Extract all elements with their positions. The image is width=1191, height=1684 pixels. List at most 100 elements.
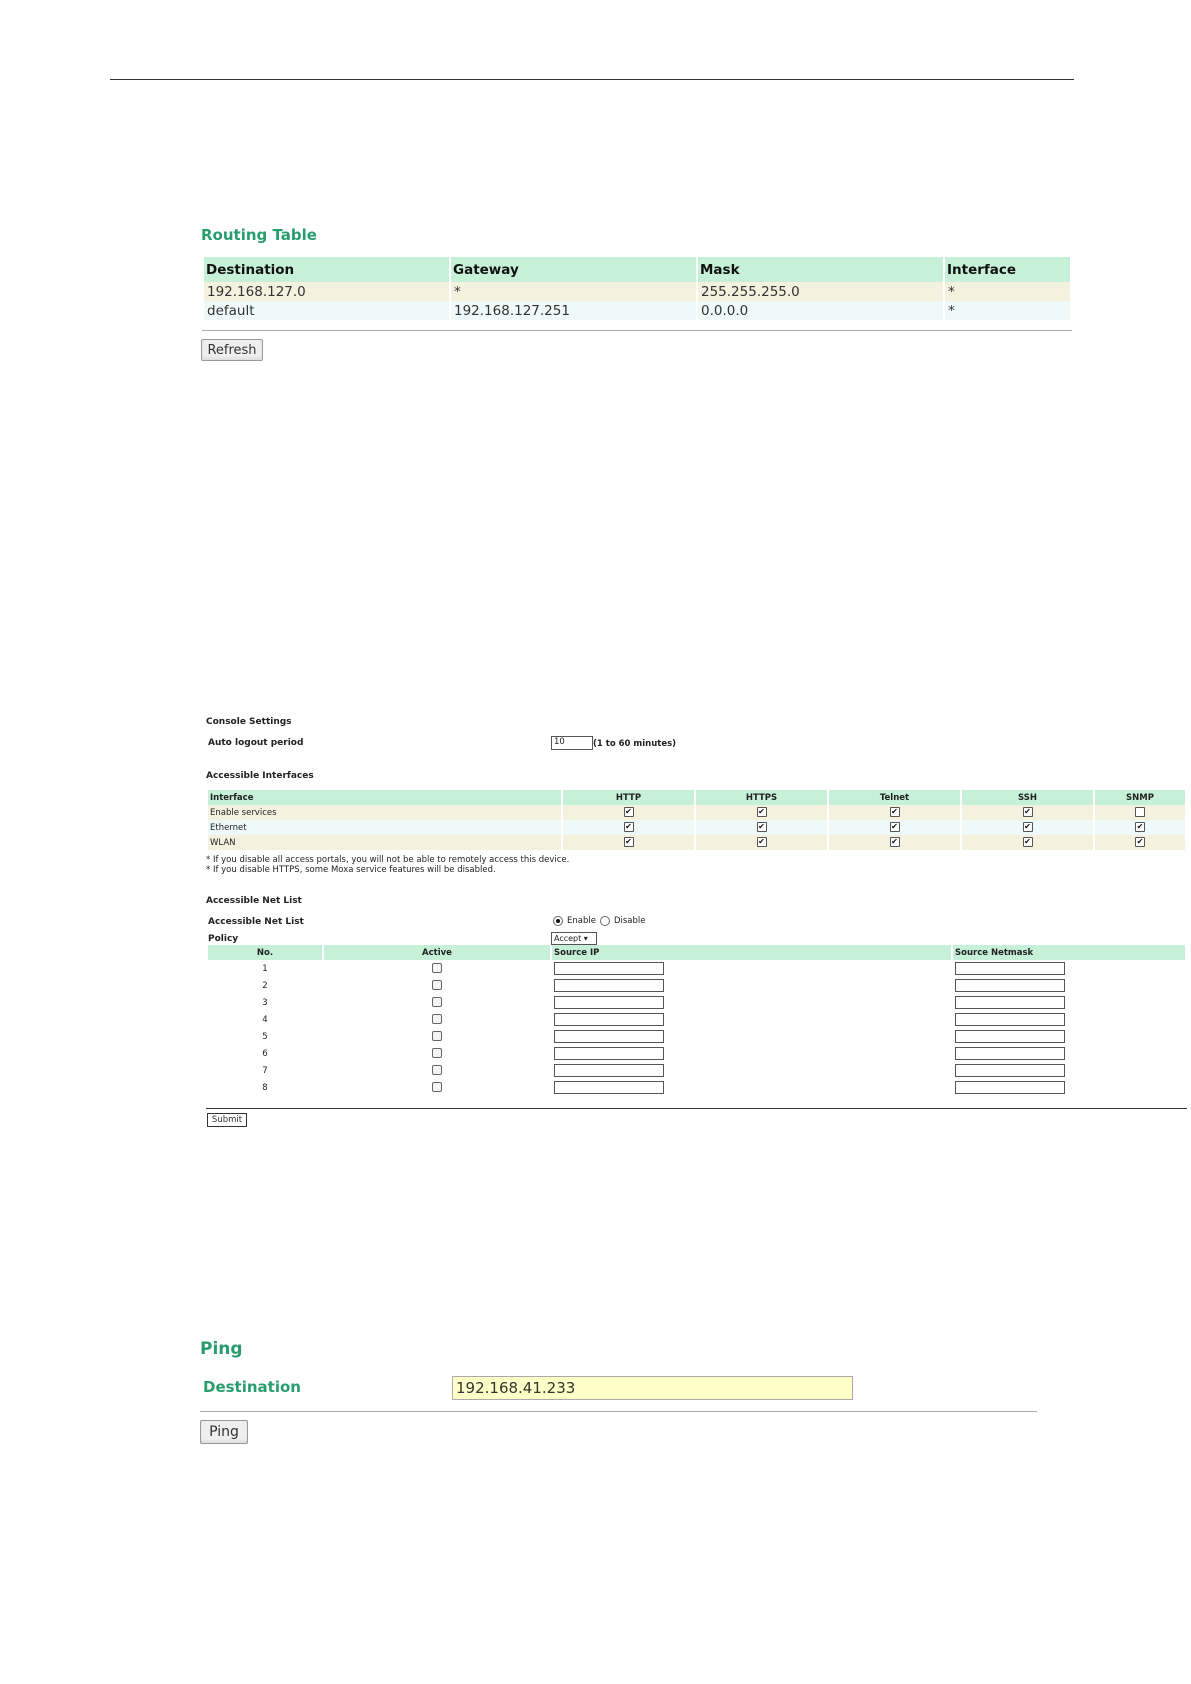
disable-radio[interactable] <box>599 916 610 926</box>
active-cell <box>324 1028 550 1045</box>
table-row: 4 <box>208 1011 1185 1028</box>
table-row: Enable services ✔ ✔ ✔ ✔ <box>208 805 1185 820</box>
active-checkbox[interactable] <box>432 997 442 1008</box>
active-cell <box>324 977 550 994</box>
service-checkbox[interactable]: ✔ <box>1022 822 1033 833</box>
service-cell: ✔ <box>563 835 694 850</box>
service-checkbox[interactable]: ✔ <box>1022 837 1033 848</box>
service-cell: ✔ <box>696 805 827 820</box>
source-netmask-input[interactable] <box>955 1064 1065 1077</box>
source-ip-input[interactable] <box>554 996 664 1009</box>
source-netmask-input[interactable] <box>955 962 1065 975</box>
service-checkbox[interactable]: ✔ <box>756 822 767 833</box>
active-cell <box>324 1045 550 1062</box>
active-checkbox[interactable] <box>432 1048 442 1059</box>
routing-table: Destination Gateway Mask Interface 192.1… <box>202 257 1072 320</box>
active-checkbox[interactable] <box>432 980 442 991</box>
accessible-interfaces-table: Interface HTTP HTTPS Telnet SSH SNMP Ena… <box>206 790 1187 850</box>
service-checkbox[interactable]: ✔ <box>623 822 634 833</box>
source-ip-input[interactable] <box>554 1013 664 1026</box>
service-checkbox[interactable]: ✔ <box>756 837 767 848</box>
table-row: 3 <box>208 994 1185 1011</box>
source-ip-cell <box>552 1045 951 1062</box>
active-checkbox[interactable] <box>432 1065 442 1076</box>
cell-mask: 0.0.0.0 <box>698 301 943 320</box>
console-settings-title: Console Settings <box>206 717 292 727</box>
table-row: 6 <box>208 1045 1185 1062</box>
submit-button[interactable]: Submit <box>207 1113 247 1127</box>
table-row: WLAN ✔ ✔ ✔ ✔ ✔ <box>208 835 1185 850</box>
col-https: HTTPS <box>696 790 827 805</box>
source-netmask-input[interactable] <box>955 996 1065 1009</box>
col-active: Active <box>324 945 550 960</box>
service-checkbox[interactable]: ✔ <box>889 822 900 833</box>
active-checkbox[interactable] <box>432 1082 442 1093</box>
col-destination: Destination <box>204 257 449 282</box>
service-cell: ✔ <box>563 820 694 835</box>
service-checkbox[interactable]: ✔ <box>1135 822 1145 833</box>
active-cell <box>324 1011 550 1028</box>
col-source-netmask: Source Netmask <box>953 945 1185 960</box>
source-netmask-input[interactable] <box>955 979 1065 992</box>
service-checkbox[interactable]: ✔ <box>756 807 767 818</box>
service-cell: ✔ <box>1095 820 1185 835</box>
ping-destination-label: Destination <box>203 1378 301 1396</box>
source-ip-input[interactable] <box>554 1047 664 1060</box>
cell-interface: * <box>945 282 1070 301</box>
enable-radio-label: Enable <box>567 916 596 926</box>
service-checkbox[interactable]: ✔ <box>889 837 900 848</box>
col-ssh: SSH <box>962 790 1093 805</box>
net-list-radio-group: Enable Disable <box>553 916 645 926</box>
interface-name: Ethernet <box>208 820 561 835</box>
source-ip-input[interactable] <box>554 1030 664 1043</box>
source-ip-input[interactable] <box>554 1081 664 1094</box>
cell-gateway: 192.168.127.251 <box>451 301 696 320</box>
source-ip-input[interactable] <box>554 962 664 975</box>
source-ip-cell <box>552 1011 951 1028</box>
source-ip-cell <box>552 960 951 977</box>
col-source-ip: Source IP <box>552 945 951 960</box>
service-checkbox[interactable]: ✔ <box>623 837 634 848</box>
note-all-portals: * If you disable all access portals, you… <box>206 855 570 865</box>
ping-title: Ping <box>200 1339 243 1359</box>
table-row: 7 <box>208 1062 1185 1079</box>
enable-radio[interactable] <box>553 916 563 926</box>
source-netmask-input[interactable] <box>955 1030 1065 1043</box>
source-netmask-input[interactable] <box>955 1047 1065 1060</box>
row-number: 1 <box>262 963 268 974</box>
routing-table-title: Routing Table <box>201 226 317 244</box>
col-no: No. <box>208 945 322 960</box>
auto-logout-hint: (1 to 60 minutes) <box>593 739 677 749</box>
auto-logout-input[interactable]: 10 <box>551 736 593 750</box>
refresh-button[interactable]: Refresh <box>201 339 263 361</box>
accessible-interfaces-title: Accessible Interfaces <box>206 771 314 781</box>
active-checkbox[interactable] <box>432 963 442 974</box>
ping-button[interactable]: Ping <box>200 1420 248 1444</box>
source-netmask-input[interactable] <box>955 1081 1065 1094</box>
accessible-net-list-label: Accessible Net List <box>208 917 304 927</box>
service-checkbox[interactable]: ✔ <box>889 807 900 818</box>
active-checkbox[interactable] <box>432 1014 442 1025</box>
net-list-table: No. Active Source IP Source Netmask 1 2 3 4… <box>206 945 1187 1096</box>
table-row: Ethernet ✔ ✔ ✔ ✔ ✔ <box>208 820 1185 835</box>
source-netmask-cell <box>953 960 1185 977</box>
service-checkbox[interactable] <box>1135 807 1145 818</box>
table-row: 8 <box>208 1079 1185 1096</box>
ping-destination-input[interactable]: 192.168.41.233 <box>452 1376 853 1400</box>
table-row: default 192.168.127.251 0.0.0.0 * <box>204 301 1070 320</box>
source-ip-input[interactable] <box>554 979 664 992</box>
source-netmask-cell <box>953 994 1185 1011</box>
auto-logout-label: Auto logout period <box>208 738 304 748</box>
service-checkbox[interactable]: ✔ <box>1022 807 1033 818</box>
service-cell: ✔ <box>829 835 960 850</box>
service-checkbox[interactable]: ✔ <box>623 807 634 818</box>
cell-destination: 192.168.127.0 <box>204 282 449 301</box>
service-cell: ✔ <box>829 820 960 835</box>
active-cell <box>324 994 550 1011</box>
active-checkbox[interactable] <box>432 1031 442 1042</box>
source-ip-cell <box>552 1079 951 1096</box>
service-checkbox[interactable]: ✔ <box>1135 837 1145 848</box>
source-ip-input[interactable] <box>554 1064 664 1077</box>
policy-select[interactable]: Accept ▾ <box>551 932 597 945</box>
source-netmask-input[interactable] <box>955 1013 1065 1026</box>
